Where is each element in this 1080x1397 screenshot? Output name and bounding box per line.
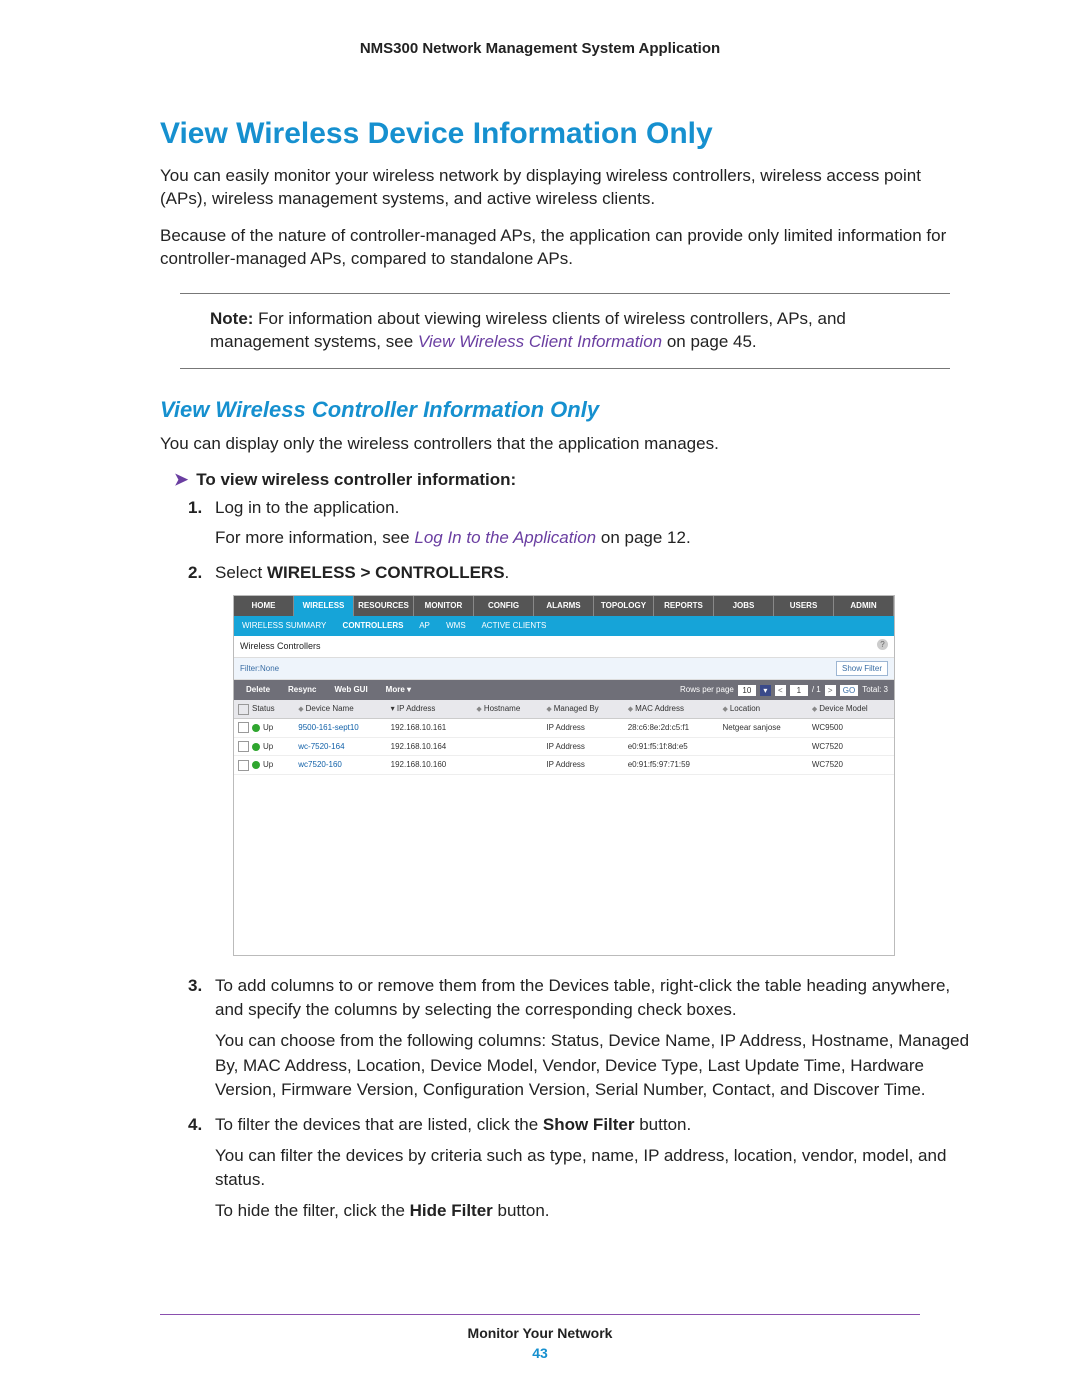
nav-monitor[interactable]: MONITOR (414, 596, 474, 616)
nav-config[interactable]: CONFIG (474, 596, 534, 616)
table-row[interactable]: Up 9500-161-sept10 192.168.10.161 IP Add… (234, 719, 894, 738)
webgui-button[interactable]: Web GUI (328, 683, 373, 697)
procedure-heading: ➤ To view wireless controller information… (174, 470, 970, 490)
status-up-icon (252, 761, 260, 769)
rows-per-page-value[interactable]: 10 (738, 685, 756, 696)
row-checkbox[interactable] (238, 722, 249, 733)
step-3-cols: You can choose from the following column… (215, 1029, 970, 1103)
doc-header: NMS300 Network Management System Applica… (0, 40, 1080, 57)
subnav-clients[interactable]: ACTIVE CLIENTS (481, 621, 546, 630)
controllers-table: Status ◆Device Name ▾ IP Address ◆Hostna… (234, 700, 894, 775)
nav-users[interactable]: USERS (774, 596, 834, 616)
filter-status: Filter:None (240, 663, 279, 675)
total-count: Total: 3 (862, 684, 888, 696)
device-link[interactable]: 9500-161-sept10 (294, 719, 386, 738)
step-4-criteria: You can filter the devices by criteria s… (215, 1144, 970, 1193)
go-button[interactable]: GO (840, 685, 858, 696)
step-1-link[interactable]: Log In to the Application (414, 528, 596, 547)
nav-home[interactable]: HOME (234, 596, 294, 616)
step-4: 4. To filter the devices that are listed… (160, 1113, 970, 1224)
app-screenshot: HOME WIRELESS RESOURCES MONITOR CONFIG A… (233, 595, 895, 955)
next-page-button[interactable]: > (825, 685, 836, 696)
status-up-icon (252, 743, 260, 751)
col-mac[interactable]: ◆MAC Address (624, 700, 719, 719)
panel-title: Wireless Controllers (240, 641, 321, 651)
nav-resources[interactable]: RESOURCES (354, 596, 414, 616)
note-text-2: on page 45. (662, 332, 757, 351)
intro-p2: Because of the nature of controller-mana… (160, 225, 970, 271)
col-host[interactable]: ◆Hostname (472, 700, 542, 719)
page-of: / 1 (812, 684, 821, 696)
step-4-hidefilter: Hide Filter (410, 1201, 493, 1220)
intro-p1: You can easily monitor your wireless net… (160, 165, 970, 211)
step-4-hide-a: To hide the filter, click the (215, 1201, 410, 1220)
step-4-c: button. (635, 1115, 692, 1134)
nav-topology[interactable]: TOPOLOGY (594, 596, 654, 616)
top-nav: HOME WIRELESS RESOURCES MONITOR CONFIG A… (234, 596, 894, 616)
note-block: Note: For information about viewing wire… (180, 293, 950, 369)
heading-sub: View Wireless Controller Information Onl… (160, 397, 970, 423)
step-4-showfilter: Show Filter (543, 1115, 635, 1134)
step-3-text: To add columns to or remove them from th… (215, 976, 950, 1020)
nav-reports[interactable]: REPORTS (654, 596, 714, 616)
nav-wireless[interactable]: WIRELESS (294, 596, 354, 616)
resync-button[interactable]: Resync (282, 683, 322, 697)
step-4-a: To filter the devices that are listed, c… (215, 1115, 543, 1134)
col-managed[interactable]: ◆Managed By (542, 700, 623, 719)
status-up-icon (252, 724, 260, 732)
step-3: 3. To add columns to or remove them from… (160, 974, 970, 1103)
step-4-hide-c: button. (493, 1201, 550, 1220)
rows-per-page-label: Rows per page (680, 684, 734, 696)
device-link[interactable]: wc-7520-164 (294, 737, 386, 756)
col-ip[interactable]: ▾ IP Address (387, 700, 473, 719)
subnav-controllers[interactable]: CONTROLLERS (343, 621, 404, 630)
nav-alarms[interactable]: ALARMS (534, 596, 594, 616)
subnav-wms[interactable]: WMS (446, 621, 466, 630)
prev-page-button[interactable]: < (775, 685, 786, 696)
step-2-c: . (505, 563, 510, 582)
step-2: 2. Select WIRELESS > CONTROLLERS. HOME W… (160, 561, 970, 956)
footer-title: Monitor Your Network (0, 1325, 1080, 1341)
row-checkbox[interactable] (238, 760, 249, 771)
subnav-summary[interactable]: WIRELESS SUMMARY (242, 621, 326, 630)
step-2-path: WIRELESS > CONTROLLERS (267, 563, 505, 582)
page-input[interactable]: 1 (790, 685, 808, 696)
page-footer: Monitor Your Network 43 (0, 1314, 1080, 1361)
col-status[interactable]: Status (234, 700, 294, 719)
procedure-title: To view wireless controller information: (196, 470, 516, 489)
sub-nav: WIRELESS SUMMARY CONTROLLERS AP WMS ACTI… (234, 616, 894, 636)
nav-admin[interactable]: ADMIN (834, 596, 894, 616)
step-2-a: Select (215, 563, 267, 582)
table-row[interactable]: Up wc7520-160 192.168.10.160 IP Address … (234, 756, 894, 775)
rows-per-page-dropdown[interactable]: ▾ (760, 685, 771, 696)
col-name[interactable]: ◆Device Name (294, 700, 386, 719)
note-link[interactable]: View Wireless Client Information (418, 332, 662, 351)
step-1-text: Log in to the application. (215, 498, 399, 517)
device-link[interactable]: wc7520-160 (294, 756, 386, 775)
heading-main: View Wireless Device Information Only (160, 117, 970, 151)
step-1-more-b: on page 12. (596, 528, 691, 547)
step-1: 1. Log in to the application. For more i… (160, 496, 970, 551)
more-button[interactable]: More ▾ (380, 683, 417, 697)
show-filter-button[interactable]: Show Filter (836, 661, 888, 677)
sub-intro: You can display only the wireless contro… (160, 433, 970, 456)
footer-page: 43 (0, 1345, 1080, 1361)
col-model[interactable]: ◆Device Model (808, 700, 894, 719)
help-icon[interactable]: ? (877, 639, 888, 650)
row-checkbox[interactable] (238, 741, 249, 752)
col-loc[interactable]: ◆Location (718, 700, 807, 719)
subnav-ap[interactable]: AP (419, 621, 430, 630)
step-1-more-a: For more information, see (215, 528, 414, 547)
nav-jobs[interactable]: JOBS (714, 596, 774, 616)
table-row[interactable]: Up wc-7520-164 192.168.10.164 IP Address… (234, 737, 894, 756)
note-label: Note: (210, 309, 253, 328)
delete-button[interactable]: Delete (240, 683, 276, 697)
arrow-icon: ➤ (174, 470, 188, 489)
